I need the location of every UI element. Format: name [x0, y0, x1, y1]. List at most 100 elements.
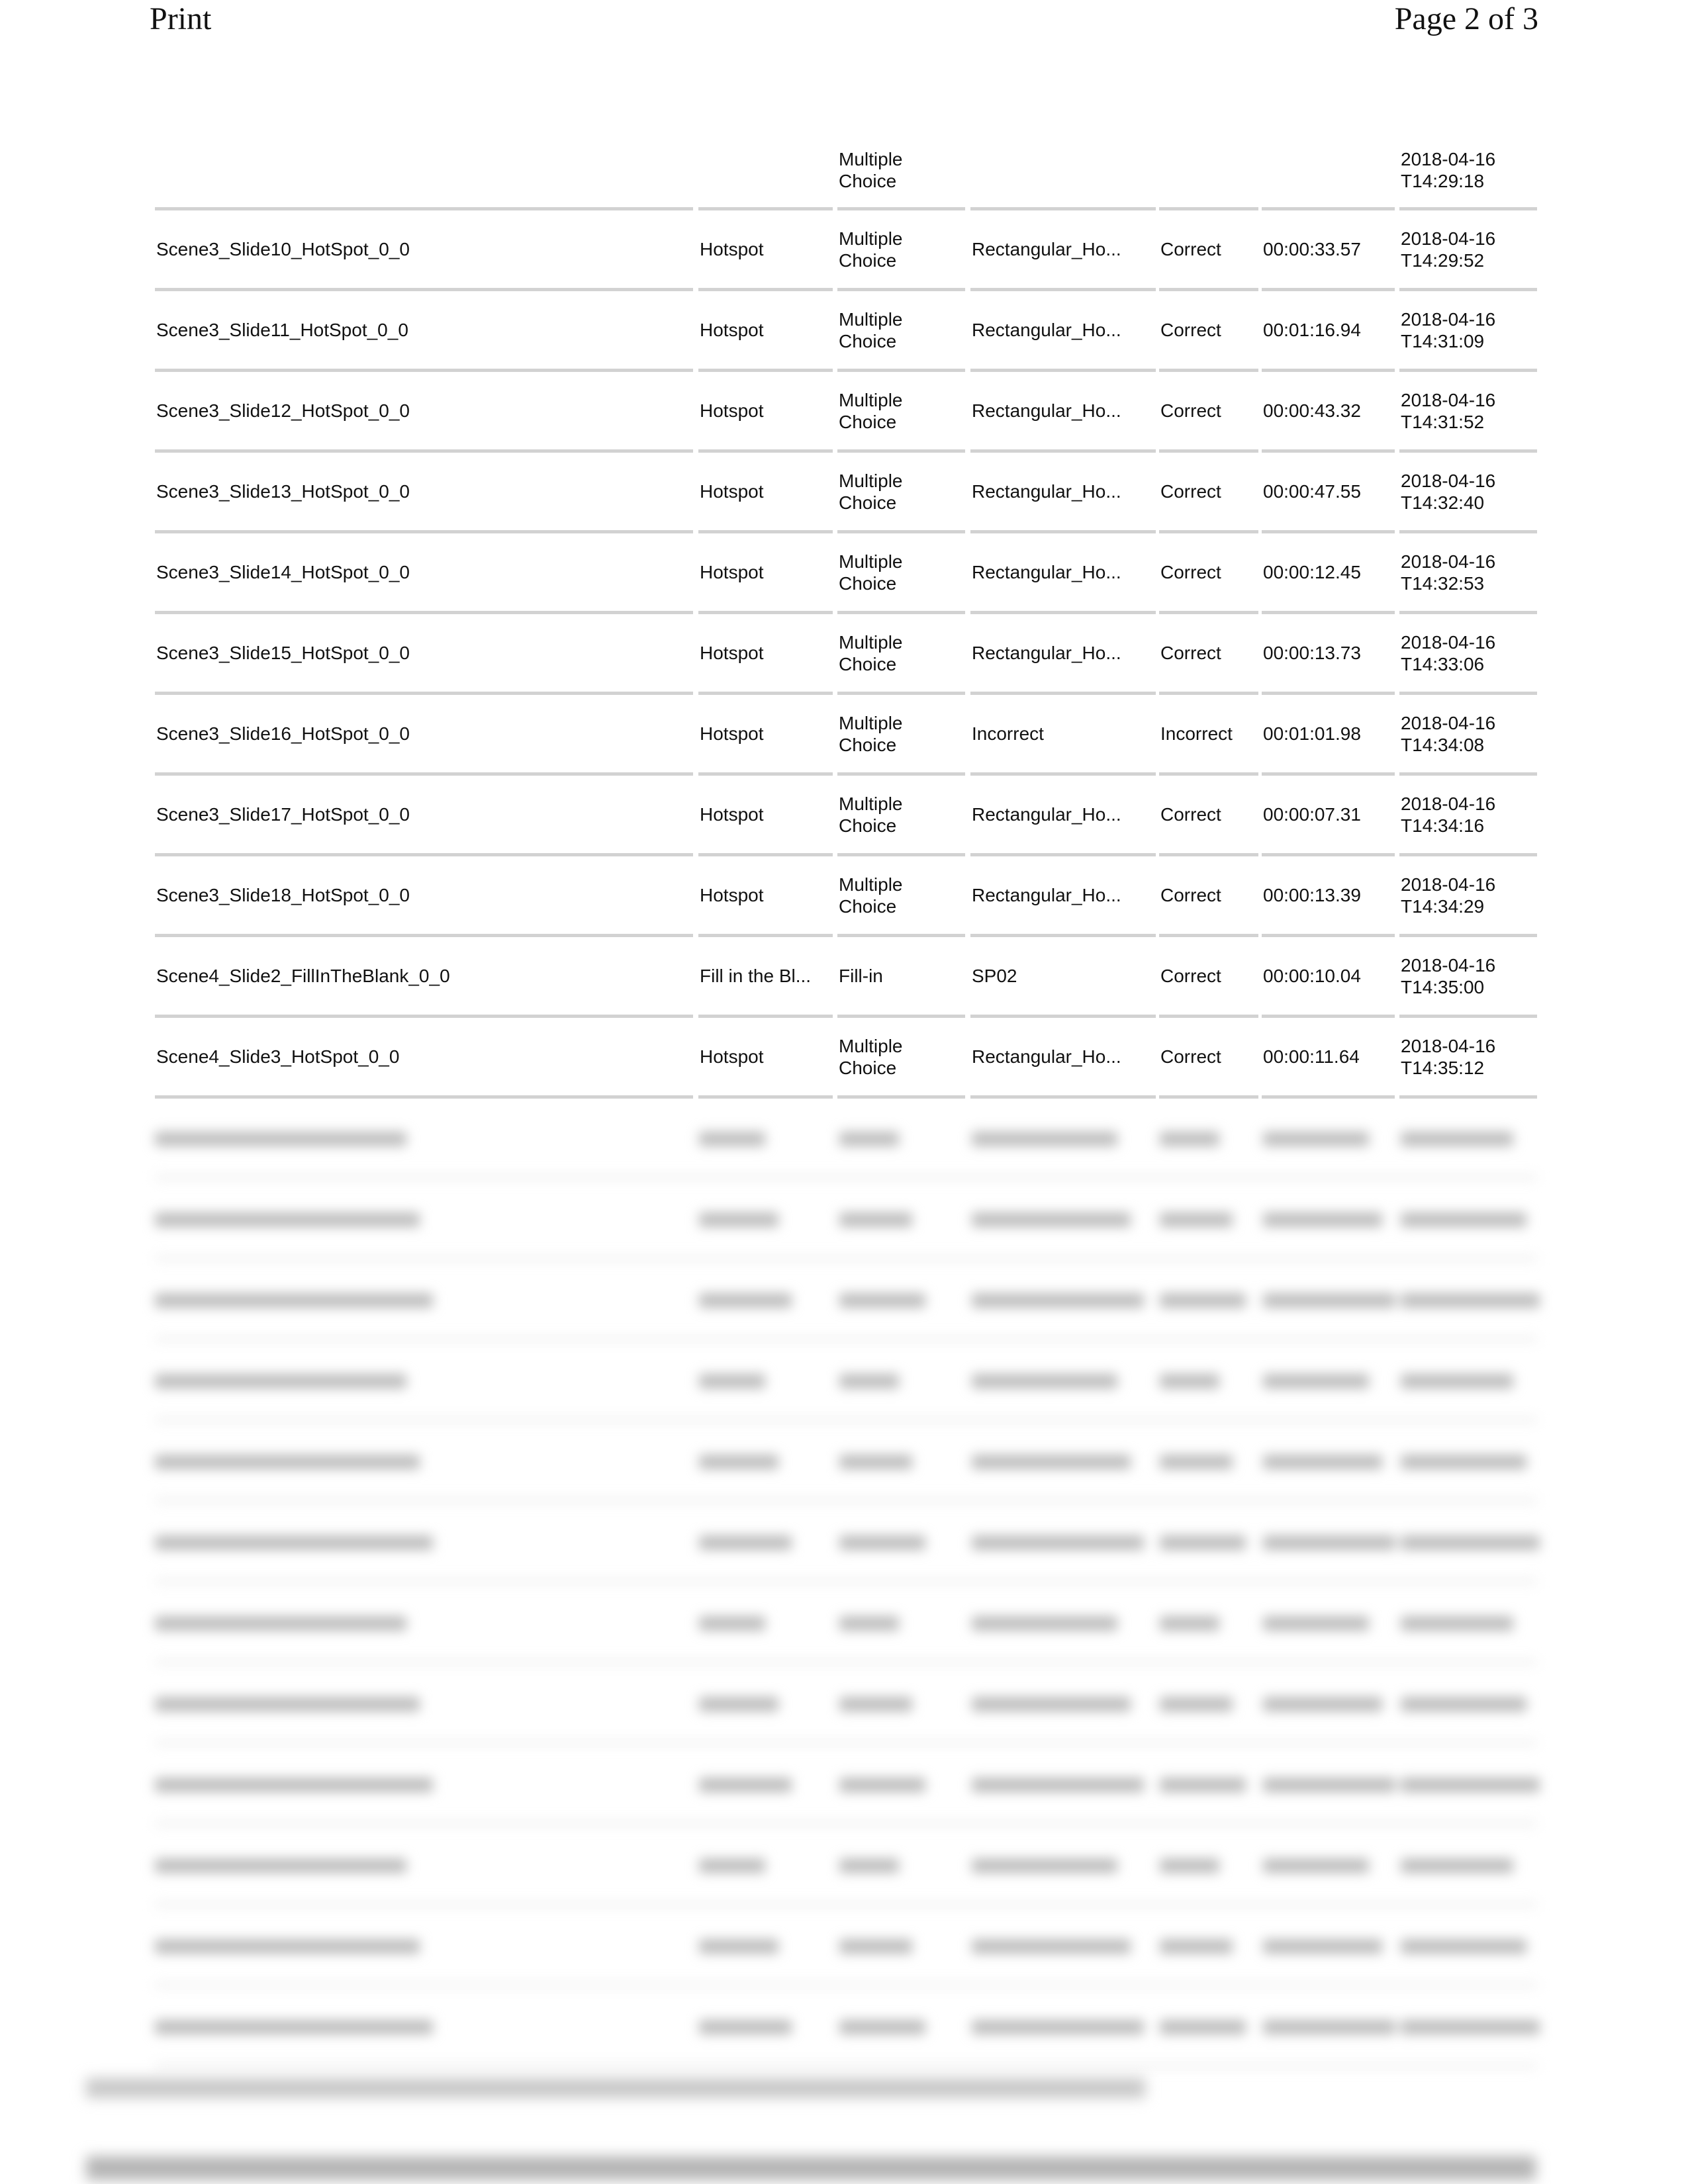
- date-cell: 2018-04-16T14:32:40: [1399, 453, 1537, 533]
- question-type-cell: Fill in the Bl...: [698, 937, 833, 1018]
- blurred-text: [839, 1778, 925, 1792]
- table-row: Multiple Choice 2018-04-16T14:29:18: [0, 132, 1688, 210]
- blurred-text: [1401, 1293, 1540, 1308]
- blurred-text: [1401, 1939, 1526, 1954]
- question-type-cell: Hotspot: [698, 614, 833, 695]
- latency: 00:00:07.31: [1263, 804, 1361, 825]
- blurred-text: [972, 1293, 1144, 1308]
- latency-cell: 00:00:43.32: [1262, 372, 1395, 453]
- blurred-text: [1160, 1132, 1219, 1146]
- result-cell: Correct: [1159, 856, 1258, 937]
- date-cell: 2018-04-16T14:29:18: [1399, 132, 1537, 210]
- response: Rectangular_Ho...: [972, 1046, 1121, 1067]
- blurred-text: [1263, 1535, 1395, 1550]
- latency: 00:01:16.94: [1263, 320, 1361, 340]
- blurred-text: [839, 1132, 899, 1146]
- question-type: Hotspot: [700, 723, 764, 744]
- response: Rectangular_Ho...: [972, 481, 1121, 502]
- blurred-row: [0, 1825, 1688, 1906]
- blurred-text: [1263, 1939, 1382, 1954]
- interaction-type: Multiple Choice: [839, 874, 903, 917]
- blurred-text: [155, 1697, 420, 1711]
- interaction-id: Scene3_Slide16_HotSpot_0_0: [156, 723, 410, 744]
- blurred-text: [972, 1455, 1131, 1469]
- blurred-text: [1160, 1212, 1233, 1227]
- latency: 00:00:13.73: [1263, 643, 1361, 663]
- interaction-id: Scene4_Slide3_HotSpot_0_0: [156, 1046, 400, 1067]
- interaction-id: Scene3_Slide17_HotSpot_0_0: [156, 804, 410, 825]
- blurred-rows: [0, 1099, 1688, 2068]
- interaction-id-cell: Scene3_Slide18_HotSpot_0_0: [155, 856, 693, 937]
- date: 2018-04-16T14:31:09: [1401, 308, 1496, 351]
- result: Correct: [1160, 239, 1221, 259]
- interaction-id-cell: Scene3_Slide10_HotSpot_0_0: [155, 210, 693, 291]
- latency: 00:00:47.55: [1263, 481, 1361, 502]
- question-type-cell: Hotspot: [698, 291, 833, 372]
- question-type-cell: Hotspot: [698, 453, 833, 533]
- date-cell: 2018-04-16T14:32:53: [1399, 533, 1537, 614]
- table-row: Scene3_Slide18_HotSpot_0_0 Hotspot Multipl…: [0, 856, 1688, 937]
- blurred-row: [0, 1906, 1688, 1987]
- date: 2018-04-16T14:33:06: [1401, 631, 1496, 674]
- interaction-type-cell: Multiple Choice: [837, 614, 965, 695]
- blurred-text: [155, 2020, 433, 2034]
- question-type-cell: Hotspot: [698, 533, 833, 614]
- interaction-id-cell: Scene3_Slide15_HotSpot_0_0: [155, 614, 693, 695]
- blurred-text: [155, 1455, 420, 1469]
- interaction-id: Scene3_Slide14_HotSpot_0_0: [156, 562, 410, 582]
- blurred-text: [1160, 1697, 1233, 1711]
- question-type-cell: Hotspot: [698, 856, 833, 937]
- blurred-text: [699, 1374, 765, 1388]
- blurred-text: [839, 1697, 912, 1711]
- result: Correct: [1160, 804, 1221, 825]
- latency-cell: 00:00:13.73: [1262, 614, 1395, 695]
- date-cell: 2018-04-16T14:34:29: [1399, 856, 1537, 937]
- blurred-text: [1263, 1132, 1369, 1146]
- blurred-text: [1160, 1778, 1246, 1792]
- interaction-type: Multiple Choice: [839, 389, 903, 432]
- blurred-text: [972, 1616, 1117, 1631]
- interaction-id-cell: Scene3_Slide12_HotSpot_0_0: [155, 372, 693, 453]
- result: Incorrect: [1160, 723, 1233, 744]
- blurred-text: [155, 1858, 406, 1873]
- interaction-type-cell: Multiple Choice: [837, 695, 965, 776]
- table-row: Scene4_Slide3_HotSpot_0_0 Hotspot Multiple…: [0, 1018, 1688, 1099]
- response-cell: SP02: [970, 937, 1156, 1018]
- blurred-text: [1263, 1858, 1369, 1873]
- date: 2018-04-16T14:29:52: [1401, 228, 1496, 271]
- date-cell: 2018-04-16T14:35:12: [1399, 1018, 1537, 1099]
- date-cell: 2018-04-16T14:34:16: [1399, 776, 1537, 856]
- latency: 00:00:12.45: [1263, 562, 1361, 582]
- response-cell: Rectangular_Ho...: [970, 372, 1156, 453]
- blurred-text: [839, 1293, 925, 1308]
- blurred-text: [972, 1374, 1117, 1388]
- question-type: Hotspot: [700, 320, 764, 340]
- result: Correct: [1160, 320, 1221, 340]
- question-type: Fill in the Bl...: [700, 966, 812, 986]
- result: Correct: [1160, 1046, 1221, 1067]
- date-cell: 2018-04-16T14:29:52: [1399, 210, 1537, 291]
- interaction-type: Multiple Choice: [839, 1035, 903, 1078]
- result-cell: Correct: [1159, 453, 1258, 533]
- response: Incorrect: [972, 723, 1044, 744]
- blurred-text: [699, 1616, 765, 1631]
- table-row: Scene3_Slide10_HotSpot_0_0 Hotspot Multipl…: [0, 210, 1688, 291]
- blurred-text: [699, 1858, 765, 1873]
- page-number: Page 2 of 3: [1394, 1, 1538, 36]
- question-type: Hotspot: [700, 885, 764, 905]
- latency: 00:00:11.64: [1263, 1046, 1360, 1067]
- blurred-text: [839, 1858, 899, 1873]
- results-table: Multiple Choice 2018-04-16T14:29:18 Scene3…: [0, 132, 1688, 1099]
- date: 2018-04-16T14:35:12: [1401, 1035, 1496, 1078]
- date: 2018-04-16T14:32:53: [1401, 551, 1496, 594]
- question-type: Hotspot: [700, 643, 764, 663]
- latency: 00:00:13.39: [1263, 885, 1361, 905]
- latency-cell: [1262, 132, 1395, 210]
- blurred-text: [1263, 1293, 1395, 1308]
- blurred-text: [699, 1697, 778, 1711]
- result-cell: Incorrect: [1159, 695, 1258, 776]
- question-type-cell: Hotspot: [698, 695, 833, 776]
- blurred-text: [699, 1535, 792, 1550]
- table-row: Scene3_Slide13_HotSpot_0_0 Hotspot Multipl…: [0, 453, 1688, 533]
- table-row: Scene3_Slide14_HotSpot_0_0 Hotspot Multipl…: [0, 533, 1688, 614]
